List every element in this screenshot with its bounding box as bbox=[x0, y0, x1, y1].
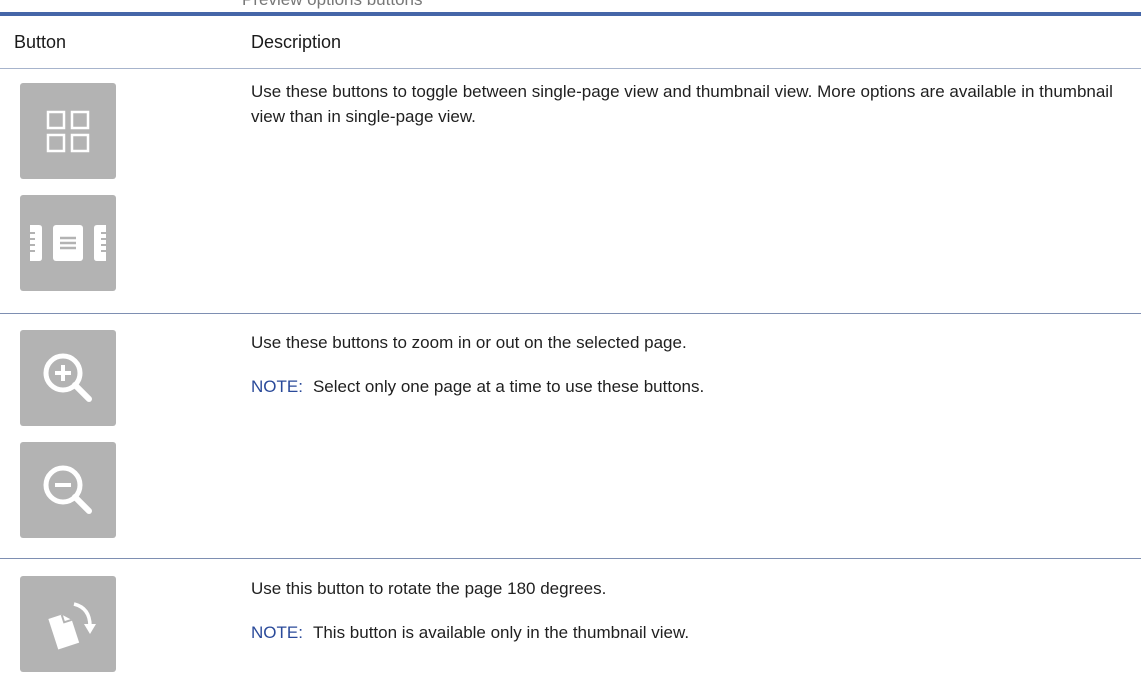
button-column-header: Button bbox=[14, 32, 67, 52]
note-text: This button is available only in the thu… bbox=[312, 623, 690, 642]
zoom-out-icon bbox=[43, 465, 92, 514]
rotate-page-button[interactable] bbox=[20, 576, 116, 672]
note-label: NOTE: bbox=[251, 623, 303, 642]
single-page-view-button[interactable] bbox=[20, 195, 116, 291]
thumbnail-view-button[interactable] bbox=[20, 83, 116, 179]
description-column-header: Description bbox=[251, 32, 342, 52]
row-3-note: NOTE: This button is available only in th… bbox=[251, 623, 689, 643]
note-text: Select only one page at a time to use th… bbox=[312, 377, 705, 396]
zoom-in-button[interactable] bbox=[20, 330, 116, 426]
row-separator bbox=[0, 558, 1141, 559]
document-page: Preview options buttons Button Descripti… bbox=[0, 0, 1141, 687]
zoom-out-button[interactable] bbox=[20, 442, 116, 538]
row-separator bbox=[0, 313, 1141, 314]
single-page-view-icon bbox=[30, 225, 106, 261]
row-2-note: NOTE: Select only one page at a time to u… bbox=[251, 377, 704, 397]
row-2-description: Use these buttons to zoom in or out on t… bbox=[251, 333, 687, 352]
rotate-page-icon bbox=[48, 602, 96, 650]
thumbnail-view-icon bbox=[46, 110, 90, 153]
note-label: NOTE: bbox=[251, 377, 303, 396]
table-header: Button Description bbox=[0, 16, 1141, 69]
zoom-in-icon bbox=[43, 353, 92, 402]
table-caption: Preview options buttons bbox=[242, 0, 423, 10]
row-3-description: Use this button to rotate the page 180 d… bbox=[251, 579, 607, 598]
row-1-description: Use these buttons to toggle between sing… bbox=[251, 82, 1113, 126]
